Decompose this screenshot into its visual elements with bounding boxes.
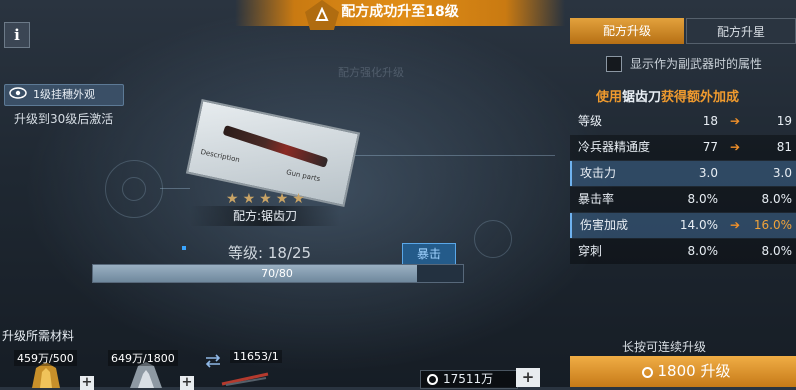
stat-current: 18 (702, 114, 718, 128)
stat-name: 攻击力 (580, 166, 617, 180)
eye-icon (9, 87, 27, 99)
stat-row: 穿刺 8.0% 8.0% (570, 239, 796, 264)
eye-triangle-icon (122, 177, 146, 201)
stat-name: 穿刺 (578, 244, 603, 258)
bonus-prefix: 使用 (596, 90, 623, 105)
info-button[interactable]: i (4, 22, 30, 48)
arrow-right-icon: ➔ (729, 218, 740, 232)
indicator-dot (182, 246, 186, 250)
blade-parts-icon (221, 372, 269, 386)
stat-next: 16.0% (753, 218, 792, 232)
decor-circle-right (474, 220, 512, 258)
stat-next: 81 (776, 140, 792, 154)
pendant-label: 1级挂穗外观 (33, 88, 95, 101)
material-count: 459万/500 (14, 350, 77, 366)
add-coins-button[interactable]: + (516, 368, 540, 387)
stat-name: 等级 (578, 114, 603, 128)
material-slot[interactable]: 11653/1 (200, 350, 290, 387)
secondary-weapon-checkbox[interactable] (606, 56, 622, 72)
star-icon: ★ (275, 191, 289, 207)
coin-icon (641, 367, 653, 378)
arrow-right-icon: ➔ (729, 140, 740, 154)
stat-table: 等级 18 ➔ 19 冷兵器精通度 77 ➔ 81 攻击力 3.0 3.0 暴击率 8.0% 8.0% 伤害… (570, 109, 796, 265)
hold-hint: 长按可连续升级 (622, 340, 707, 354)
decor-line (160, 188, 190, 189)
card-gun-parts-label: Gun parts (285, 168, 321, 184)
banner-title: 配方成功升至18级 (341, 4, 459, 20)
upgrade-label: 升级 (700, 362, 731, 380)
star-icon: ★ (242, 191, 256, 207)
item-name: 配方:锯齿刀 (190, 206, 340, 226)
pendant-appearance-tag[interactable]: 1级挂穗外观 (4, 84, 124, 106)
stat-row: 伤害加成 14.0% ➔ 16.0% (570, 213, 796, 238)
xp-text: 70/80 (261, 267, 293, 280)
stat-name: 冷兵器精通度 (578, 140, 651, 154)
star-icon: ★ (259, 191, 272, 207)
stat-name: 暴击率 (578, 192, 615, 206)
stat-current: 8.0% (687, 244, 719, 258)
secondary-weapon-label: 显示作为副武器时的属性 (630, 57, 763, 71)
stat-current: 77 (702, 140, 718, 154)
material-add-button[interactable]: + (180, 376, 194, 390)
tab-recipe-upgrade[interactable]: 配方升级 (570, 18, 684, 44)
swap-icon (205, 354, 221, 368)
coin-icon (427, 374, 438, 385)
stat-current: 8.0% (687, 192, 719, 206)
material-count: 11653/1 (230, 350, 282, 363)
crit-button[interactable]: 暴击 (402, 243, 456, 265)
coin-amount: 17511万 (443, 372, 494, 386)
stat-row: 攻击力 3.0 3.0 (570, 161, 796, 186)
upgrade-success-banner: 配方成功升至18级 (235, 0, 565, 26)
upgrade-cost: 1800 (657, 362, 696, 380)
bonus-title: 使用锯齿刀获得额外加成 (596, 86, 739, 105)
bonus-suffix: 获得额外加成 (661, 90, 740, 105)
material-slot[interactable]: 459万/500 + (14, 350, 94, 390)
star-icon: ★ (292, 191, 305, 207)
stat-next: 8.0% (761, 244, 793, 258)
bonus-weapon: 锯齿刀 (622, 90, 662, 105)
level-max: 25 (292, 244, 312, 262)
material-count: 649万/1800 (108, 350, 178, 366)
stat-next: 19 (776, 114, 792, 128)
stat-next: 8.0% (761, 192, 793, 206)
pendant-hint: 升级到30级后激活 (14, 112, 114, 126)
material-add-button[interactable]: + (80, 376, 94, 390)
stat-next: 3.0 (772, 166, 792, 180)
tab-recipe-star-up[interactable]: 配方升星 (686, 18, 796, 44)
stat-current: 3.0 (698, 166, 718, 180)
material-slot[interactable]: 649万/1800 + (108, 350, 194, 390)
stat-row: 暴击率 8.0% 8.0% (570, 187, 796, 212)
upgrade-button[interactable]: 1800 升级 (570, 356, 796, 387)
decor-line (355, 155, 555, 156)
arrow-right-icon: ➔ (729, 114, 740, 128)
level-label: 等级: (228, 244, 264, 262)
stat-name: 伤害加成 (580, 218, 629, 232)
star-icon: ★ (226, 191, 239, 207)
coin-balance: 17511万 (420, 370, 518, 389)
materials-title: 升级所需材料 (2, 329, 75, 343)
stat-current: 14.0% (679, 218, 718, 232)
item-level: 等级: 18/25 (228, 244, 312, 262)
stat-row: 等级 18 ➔ 19 (570, 109, 796, 134)
background-label: 配方强化升级 (338, 66, 404, 79)
star-rating: ★ ★ ★ ★ ★ (226, 188, 309, 207)
card-description-label: Description (199, 148, 241, 165)
level-current: 18 (267, 244, 287, 262)
stat-row: 冷兵器精通度 77 ➔ 81 (570, 135, 796, 160)
